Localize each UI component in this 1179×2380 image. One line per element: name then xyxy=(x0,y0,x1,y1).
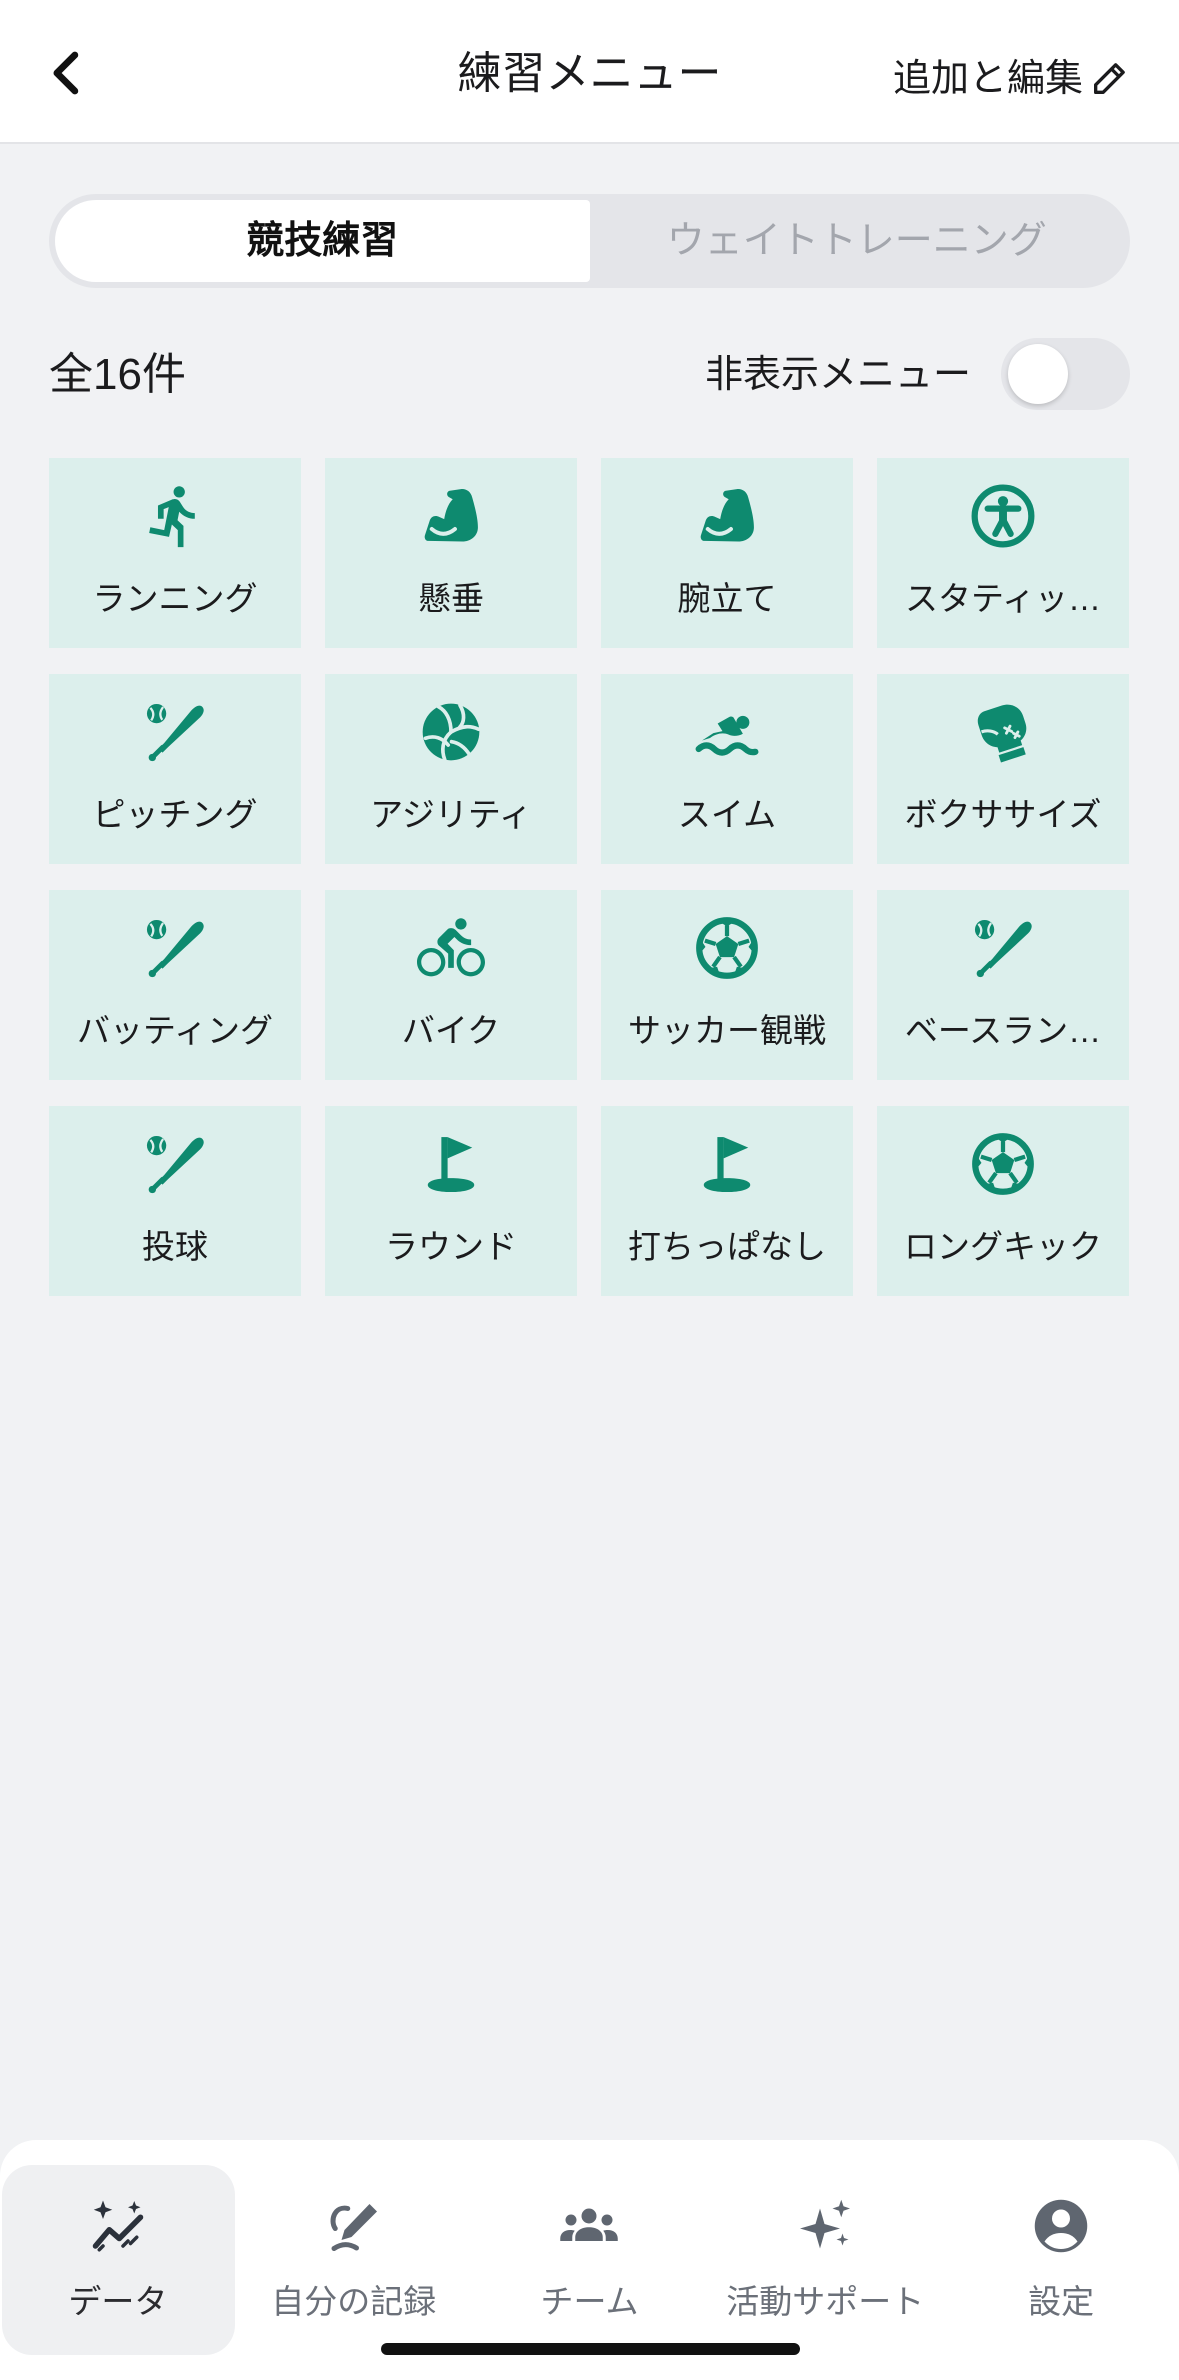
toggle-knob xyxy=(1008,344,1068,404)
hidden-menu-toggle[interactable] xyxy=(1001,338,1130,410)
baseball-bat-icon xyxy=(969,914,1037,982)
menu-tile-running[interactable]: ランニング xyxy=(49,458,301,648)
menu-tile-swim[interactable]: スイム xyxy=(601,674,853,864)
baseball-bat-icon xyxy=(141,1130,209,1198)
chart-sparkle-icon xyxy=(88,2196,148,2256)
menu-tile-label: サッカー観戦 xyxy=(628,1012,826,1049)
menu-tile-agility[interactable]: アジリティ xyxy=(325,674,577,864)
menu-tile-boxercise[interactable]: ボクササイズ xyxy=(877,674,1129,864)
menu-tile-pitching[interactable]: ピッチング xyxy=(49,674,301,864)
hidden-menu-label: 非表示メニュー xyxy=(704,354,971,396)
menu-tile-label: ベースラン… xyxy=(904,1012,1102,1049)
baseball-bat-icon xyxy=(141,698,209,766)
volleyball-icon xyxy=(417,698,485,766)
nav-label-my-records: 自分の記録 xyxy=(271,2283,437,2320)
tab-weight-training[interactable]: ウェイトトレーニング xyxy=(590,200,1125,282)
menu-tile-label: ラウンド xyxy=(385,1228,517,1265)
nav-label-settings: 設定 xyxy=(1028,2283,1095,2320)
menu-tile-label: バイク xyxy=(401,1012,501,1049)
tab-sport-practice[interactable]: 競技練習 xyxy=(55,200,590,282)
flexed-arm-icon xyxy=(417,482,485,550)
menu-tile-base-running[interactable]: ベースラン… xyxy=(877,890,1129,1080)
top-bar: 練習メニュー 追加と編集 xyxy=(0,0,1179,144)
baseball-bat-icon xyxy=(141,914,209,982)
menu-tile-label: 打ちっぱなし xyxy=(628,1228,826,1265)
soccer-ball-icon xyxy=(969,1130,1037,1198)
menu-tile-label: 投球 xyxy=(142,1228,208,1265)
swimming-icon xyxy=(693,698,761,766)
nav-item-settings[interactable]: 設定 xyxy=(943,2140,1179,2380)
group-icon xyxy=(559,2196,619,2256)
menu-count: 全16件 xyxy=(49,350,186,399)
menu-tile-label: バッティング xyxy=(76,1012,274,1049)
nav-label-team: チーム xyxy=(540,2283,639,2320)
menu-tile-driving-range[interactable]: 打ちっぱなし xyxy=(601,1106,853,1296)
menu-tile-label: アジリティ xyxy=(370,796,532,833)
practice-menu-grid: ランニング 懸垂 腕立て スタティッ… ピッチング アジリティ スイム ボクササ… xyxy=(49,458,1130,1296)
menu-tile-label: 懸垂 xyxy=(418,580,484,617)
menu-tile-label: スイム xyxy=(677,796,777,833)
menu-tile-batting[interactable]: バッティング xyxy=(49,890,301,1080)
menu-tile-throwing[interactable]: 投球 xyxy=(49,1106,301,1296)
menu-tile-label: ロングキック xyxy=(904,1228,1102,1265)
menu-tile-bike[interactable]: バイク xyxy=(325,890,577,1080)
flexed-arm-icon xyxy=(693,482,761,550)
golf-flag-icon xyxy=(417,1130,485,1198)
category-segmented-control: 競技練習 ウェイトトレーニング xyxy=(49,194,1130,288)
soccer-ball-icon xyxy=(693,914,761,982)
running-icon xyxy=(141,482,209,550)
pen-icon xyxy=(324,2196,384,2256)
add-and-edit-button[interactable]: 追加と編集 xyxy=(893,51,1129,107)
nav-item-data[interactable]: データ xyxy=(0,2140,236,2380)
cycling-icon xyxy=(417,914,485,982)
menu-tile-static[interactable]: スタティッ… xyxy=(877,458,1129,648)
menu-tile-label: ランニング xyxy=(92,580,258,617)
nav-label-data: データ xyxy=(68,2283,168,2320)
nav-label-activity-support: 活動サポート xyxy=(726,2283,925,2320)
menu-tile-pushup[interactable]: 腕立て xyxy=(601,458,853,648)
account-circle-icon xyxy=(1031,2196,1091,2256)
menu-tile-soccer-watching[interactable]: サッカー観戦 xyxy=(601,890,853,1080)
home-indicator[interactable] xyxy=(381,2343,800,2355)
accessibility-icon xyxy=(969,482,1037,550)
menu-tile-label: 腕立て xyxy=(677,580,777,617)
menu-tile-pullup[interactable]: 懸垂 xyxy=(325,458,577,648)
add-and-edit-label: 追加と編集 xyxy=(892,58,1083,100)
golf-flag-icon xyxy=(693,1130,761,1198)
boxing-glove-icon xyxy=(969,698,1037,766)
menu-tile-label: スタティッ… xyxy=(904,580,1102,617)
sparkles-icon xyxy=(795,2196,855,2256)
menu-tile-label: ピッチング xyxy=(92,796,258,833)
pencil-icon xyxy=(1089,59,1129,99)
menu-tile-golf-round[interactable]: ラウンド xyxy=(325,1106,577,1296)
menu-tile-long-kick[interactable]: ロングキック xyxy=(877,1106,1129,1296)
menu-tile-label: ボクササイズ xyxy=(904,796,1102,833)
